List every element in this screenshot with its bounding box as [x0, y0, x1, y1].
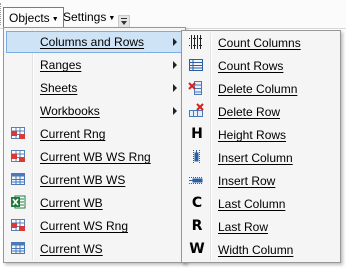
- columns-and-rows-submenu: Count Columns Count Rows Delete Column D…: [181, 30, 341, 263]
- menu-item-insert-row[interactable]: Insert Row: [184, 170, 338, 192]
- range-grid-red-icon: [10, 217, 26, 233]
- menu-item-label: Count Rows: [218, 59, 284, 73]
- menu-item-ranges[interactable]: Ranges: [6, 54, 183, 76]
- menu-objects-label: Objects: [9, 11, 50, 25]
- menu-item-current-ws[interactable]: Current WS: [6, 238, 183, 260]
- menu-item-columns-and-rows[interactable]: Columns and Rows: [6, 31, 183, 53]
- menu-item-label: Sheets: [40, 81, 78, 95]
- menu-item-label: Last Column: [218, 197, 286, 211]
- sheet-grid-blue-icon: [10, 240, 26, 256]
- count-columns-icon: [188, 34, 204, 50]
- menu-item-label: Current Rng: [40, 127, 106, 141]
- excel-workbook-icon: [10, 194, 26, 210]
- menu-item-current-wb-ws-rng[interactable]: Current WB WS Rng: [6, 146, 183, 168]
- dropdown-arrow-icon: ▼: [108, 15, 116, 22]
- menu-item-label: Current WB: [40, 196, 103, 210]
- letter-r-icon: R: [191, 218, 203, 234]
- menu-item-label: Height Rows: [218, 128, 287, 142]
- menu-item-last-column[interactable]: C Last Column: [184, 193, 338, 215]
- submenu-arrow-icon: [173, 61, 177, 69]
- menu-item-label: Current WB WS Rng: [40, 150, 151, 164]
- menu-item-label: Ranges: [40, 58, 82, 72]
- objects-menu: Columns and Rows Ranges Sheets Workbooks…: [3, 27, 186, 263]
- menu-item-label: Columns and Rows: [40, 35, 145, 49]
- menu-item-label: Count Columns: [218, 36, 301, 50]
- menu-item-label: Delete Column: [218, 82, 298, 96]
- chevron-down-icon: [121, 21, 127, 25]
- menu-item-sheets[interactable]: Sheets: [6, 77, 183, 99]
- menu-item-label: Current WS: [40, 242, 103, 256]
- menu-objects[interactable]: Objects ▼: [3, 7, 64, 28]
- menu-item-current-ws-rng[interactable]: Current WS Rng: [6, 215, 183, 237]
- menu-bar: Objects ▼ Settings ▼: [0, 0, 346, 29]
- letter-w-icon: W: [189, 241, 205, 257]
- submenu-arrow-icon: [173, 38, 177, 46]
- menu-item-count-rows[interactable]: Count Rows: [184, 55, 338, 77]
- submenu-arrow-icon: [173, 84, 177, 92]
- menu-item-workbooks[interactable]: Workbooks: [6, 100, 183, 122]
- menu-item-delete-row[interactable]: Delete Row: [184, 101, 338, 123]
- menu-item-label: Width Column: [218, 243, 294, 257]
- submenu-arrow-icon: [173, 107, 177, 115]
- menu-item-last-row[interactable]: R Last Row: [184, 216, 338, 238]
- menu-item-current-rng[interactable]: Current Rng: [6, 123, 183, 145]
- range-grid-red-icon: [10, 125, 26, 141]
- delete-row-icon: [188, 103, 204, 119]
- letter-h-icon: H: [191, 126, 203, 142]
- menu-item-label: Workbooks: [40, 104, 100, 118]
- menu-settings[interactable]: Settings ▼: [58, 7, 119, 28]
- menu-item-label: Insert Row: [218, 174, 276, 188]
- menu-settings-label: Settings: [63, 10, 107, 24]
- sheet-grid-blue-icon: [10, 171, 26, 187]
- menu-item-label: Insert Column: [218, 151, 293, 165]
- delete-column-icon: [188, 80, 204, 96]
- menu-item-current-wb[interactable]: Current WB: [6, 192, 183, 214]
- letter-c-icon: C: [191, 195, 203, 211]
- insert-row-icon: [188, 172, 204, 188]
- menu-item-label: Current WS Rng: [40, 219, 129, 233]
- count-rows-icon: [188, 57, 204, 73]
- menu-item-count-columns[interactable]: Count Columns: [184, 32, 338, 54]
- menu-item-height-rows[interactable]: H Height Rows: [184, 124, 338, 146]
- menu-item-current-wb-ws[interactable]: Current WB WS: [6, 169, 183, 191]
- menu-item-label: Delete Row: [218, 105, 281, 119]
- menu-item-label: Current WB WS: [40, 173, 126, 187]
- menu-item-insert-column[interactable]: Insert Column: [184, 147, 338, 169]
- range-grid-red-icon: [10, 148, 26, 164]
- menu-item-width-column[interactable]: W Width Column: [184, 239, 338, 261]
- menu-item-label: Last Row: [218, 220, 269, 234]
- menu-item-delete-column[interactable]: Delete Column: [184, 78, 338, 100]
- insert-column-icon: [188, 149, 204, 165]
